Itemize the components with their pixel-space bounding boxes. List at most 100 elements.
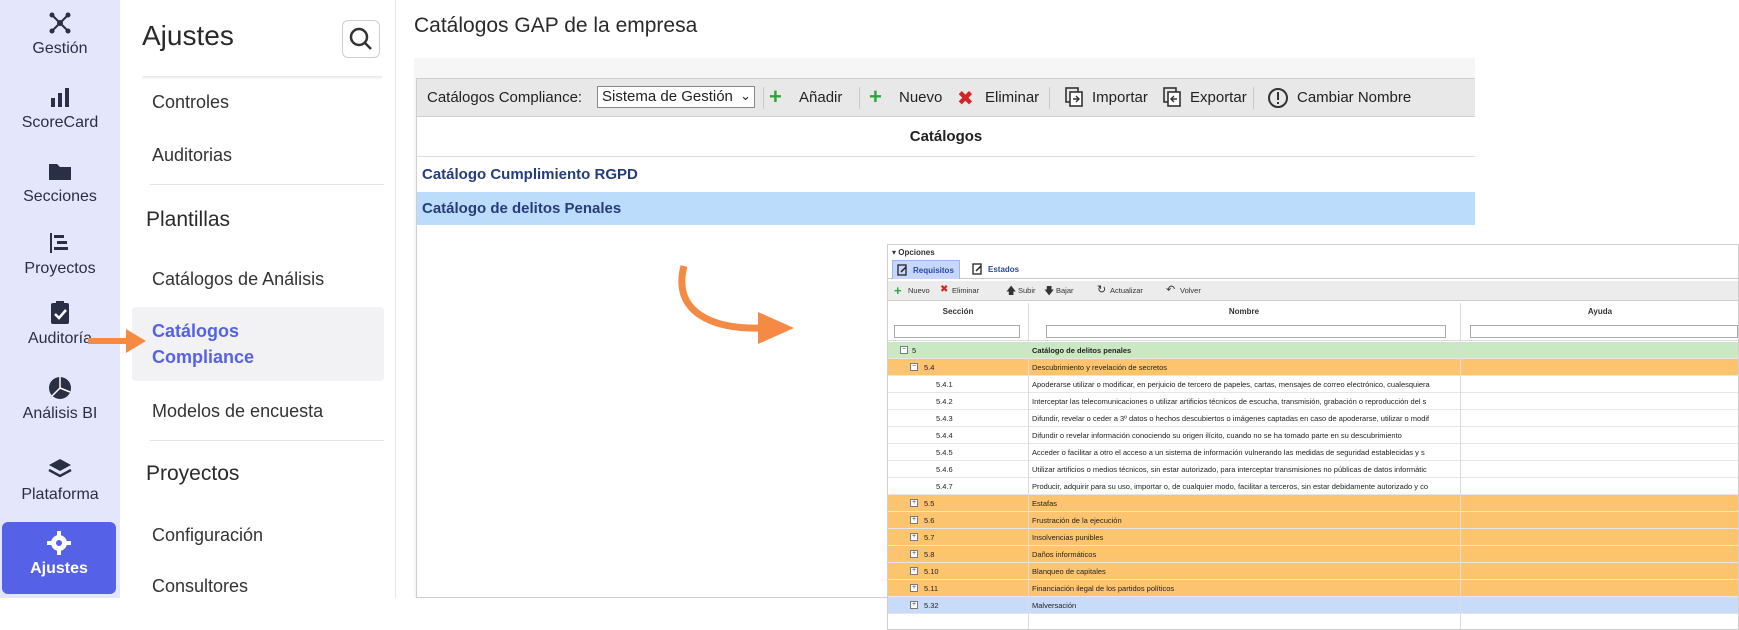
undo-icon: ↶ bbox=[1166, 284, 1176, 296]
requirement-row[interactable]: 5.4.3 Difundir, revelar o ceder a 3º dato… bbox=[888, 410, 1738, 427]
requirement-row[interactable]: 5.4.2 Interceptar las telecomunicaciones … bbox=[888, 393, 1738, 410]
section-number: 5.32 bbox=[924, 601, 939, 610]
document-edit-icon bbox=[897, 264, 907, 276]
menu-label-line1: Catálogos bbox=[152, 321, 240, 341]
requirement-row[interactable]: +5.8 Daños informáticos bbox=[888, 546, 1738, 563]
rail-item-ajustes[interactable]: Ajustes bbox=[2, 522, 116, 594]
network-icon bbox=[49, 12, 71, 34]
expand-icon[interactable]: + bbox=[910, 533, 918, 541]
filter-seccion-input[interactable] bbox=[894, 325, 1020, 338]
expand-icon[interactable]: + bbox=[910, 499, 918, 507]
layers-icon bbox=[48, 459, 72, 478]
rail-item-secciones[interactable]: Secciones bbox=[0, 158, 120, 206]
ov-new-button[interactable]: Nuevo bbox=[908, 286, 930, 295]
delete-icon: ✖ bbox=[957, 88, 974, 110]
options-header[interactable]: ▾ Opciones bbox=[892, 248, 935, 257]
document-edit-icon bbox=[972, 263, 982, 275]
column-header-catalogos: Catálogos bbox=[417, 117, 1475, 157]
requirement-row[interactable]: +5.11 Financiación ilegal de los partidos… bbox=[888, 580, 1738, 597]
ov-up-button[interactable]: Subir bbox=[1018, 286, 1036, 295]
filter-ayuda-input[interactable] bbox=[1470, 325, 1738, 338]
gear-icon bbox=[47, 531, 71, 555]
menu-auditorias[interactable]: Auditorias bbox=[152, 145, 232, 166]
ov-delete-button[interactable]: Eliminar bbox=[952, 286, 979, 295]
requirement-row[interactable]: +5.10 Blanqueo de capitales bbox=[888, 563, 1738, 580]
column-header-seccion: Sección bbox=[942, 307, 974, 316]
rail-label: Gestión bbox=[32, 40, 88, 57]
import-button[interactable]: Importar bbox=[1092, 89, 1148, 106]
collapse-icon[interactable]: − bbox=[900, 346, 908, 354]
toolbar-separator bbox=[1253, 87, 1254, 109]
collapse-icon[interactable]: − bbox=[910, 363, 918, 371]
ov-refresh-button[interactable]: Actualizar bbox=[1110, 286, 1143, 295]
catalog-select-value: Sistema de Gestión bbox=[602, 88, 733, 105]
export-button[interactable]: Exportar bbox=[1190, 89, 1247, 106]
expand-icon[interactable]: + bbox=[910, 550, 918, 558]
table-row[interactable]: Catálogo Cumplimiento RGPD bbox=[417, 158, 1475, 191]
requirement-row[interactable]: 5.4.4 Difundir o revelar información cono… bbox=[888, 427, 1738, 444]
rename-button[interactable]: Cambiar Nombre bbox=[1297, 89, 1411, 106]
menu-consultores[interactable]: Consultores bbox=[152, 576, 248, 597]
warning-circle-icon bbox=[1268, 88, 1288, 108]
catalog-select[interactable]: Sistema de Gestión ⌄ bbox=[597, 86, 755, 108]
table-row-selected[interactable]: Catálogo de delitos Penales bbox=[417, 192, 1475, 225]
arrow-right-icon bbox=[88, 329, 146, 353]
section-number: 5.10 bbox=[924, 567, 939, 576]
section-number: 5.4.7 bbox=[936, 482, 953, 491]
section-number: 5.4.5 bbox=[936, 448, 953, 457]
expand-icon[interactable]: + bbox=[910, 584, 918, 592]
select-label: Catálogos Compliance: bbox=[427, 89, 583, 106]
rail-label: Auditoría bbox=[27, 330, 93, 347]
cell-nombre: Producir, adquirir para su uso, importar… bbox=[1032, 482, 1429, 491]
requirement-row[interactable]: 5.4.1 Apoderarse utilizar o modificar, en… bbox=[888, 376, 1738, 393]
cell-nombre: Acceder o facilitar a otro el acceso a u… bbox=[1032, 448, 1425, 457]
tab-estados[interactable]: Estados bbox=[968, 260, 1024, 279]
rail-item-gestion[interactable]: Gestión bbox=[0, 10, 120, 58]
menu-catalogos-analisis[interactable]: Catálogos de Análisis bbox=[152, 269, 324, 290]
cell-nombre: Interceptar las telecomunicaciones o uti… bbox=[1032, 397, 1427, 406]
settings-panel: Ajustes Controles Auditorias Plantillas … bbox=[120, 0, 396, 598]
nav-rail: Gestión ScoreCard Secciones Proyectos Au… bbox=[0, 0, 120, 598]
filter-nombre-input[interactable] bbox=[1046, 325, 1446, 338]
section-number: 5.5 bbox=[924, 499, 935, 508]
requirement-row[interactable]: +5.7 Insolvencias punibles bbox=[888, 529, 1738, 546]
expand-icon[interactable]: + bbox=[910, 601, 918, 609]
add-button[interactable]: Añadir bbox=[799, 89, 842, 106]
requirement-row[interactable]: 5.4.7 Producir, adquirir para su uso, imp… bbox=[888, 478, 1738, 495]
ov-back-button[interactable]: Volver bbox=[1180, 286, 1201, 295]
toolbar-separator bbox=[1049, 87, 1050, 109]
menu-heading-plantillas: Plantillas bbox=[146, 208, 231, 231]
requirement-row[interactable]: 5.4.6 Utilizar artificios o medios técnic… bbox=[888, 461, 1738, 478]
tab-requisitos[interactable]: Requisitos bbox=[892, 260, 960, 279]
requirement-row[interactable]: +5.32 Malversación bbox=[888, 597, 1738, 614]
rail-label: Análisis BI bbox=[22, 405, 98, 422]
menu-controles[interactable]: Controles bbox=[152, 92, 229, 113]
column-divider bbox=[1460, 303, 1461, 629]
requirement-row[interactable]: −5 Catálogo de delitos penales bbox=[888, 342, 1738, 359]
search-button[interactable] bbox=[342, 20, 380, 58]
expand-icon[interactable]: + bbox=[910, 567, 918, 575]
delete-button[interactable]: Eliminar bbox=[985, 89, 1039, 106]
cell-nombre: Utilizar artificios o medios técnicos, s… bbox=[1032, 465, 1427, 474]
menu-configuracion[interactable]: Configuración bbox=[152, 525, 263, 546]
rail-item-plataforma[interactable]: Plataforma bbox=[0, 456, 120, 504]
ov-down-button[interactable]: Bajar bbox=[1056, 286, 1074, 295]
new-button[interactable]: Nuevo bbox=[899, 89, 942, 106]
menu-catalogos-compliance-label: Catálogos Compliance bbox=[152, 318, 254, 370]
menu-modelos-encuesta[interactable]: Modelos de encuesta bbox=[152, 401, 323, 422]
menu-label-line2: Compliance bbox=[152, 347, 255, 367]
rail-item-proyectos[interactable]: Proyectos bbox=[0, 230, 120, 278]
requirement-row[interactable]: +5.5 Estafas bbox=[888, 495, 1738, 512]
section-number: 5.4 bbox=[924, 363, 935, 372]
requirement-row[interactable]: +5.6 Frustración de la ejecución bbox=[888, 512, 1738, 529]
expand-icon[interactable]: + bbox=[910, 516, 918, 524]
toolbar-separator bbox=[859, 87, 860, 109]
requirement-row[interactable]: 5.4.5 Acceder o facilitar a otro el acces… bbox=[888, 444, 1738, 461]
tab-bar: Requisitos Estados bbox=[888, 258, 1738, 279]
panel-title: Ajustes bbox=[142, 20, 234, 51]
rail-item-analisis-bi[interactable]: Análisis BI bbox=[0, 375, 120, 423]
column-header-nombre: Nombre bbox=[1228, 307, 1260, 316]
requirement-row[interactable]: −5.4 Descubrimiento y revelación de secre… bbox=[888, 359, 1738, 376]
plus-icon: + bbox=[869, 84, 882, 109]
rail-item-scorecard[interactable]: ScoreCard bbox=[0, 84, 120, 132]
